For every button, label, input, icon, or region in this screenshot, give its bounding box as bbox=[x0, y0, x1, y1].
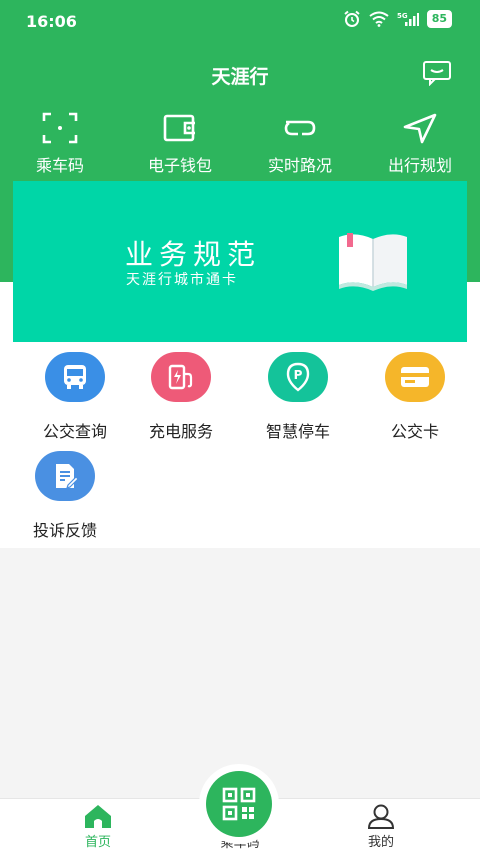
quick-action-label: 乘车码 bbox=[35, 156, 84, 175]
bus-icon bbox=[64, 365, 86, 389]
parking-icon: P bbox=[286, 362, 310, 392]
quick-action-label: 实时路况 bbox=[267, 156, 332, 175]
service-label: 智慧停车 bbox=[265, 422, 330, 441]
nav-label: 我的 bbox=[367, 835, 394, 850]
service-label: 充电服务 bbox=[148, 422, 213, 441]
scan-icon bbox=[42, 112, 78, 144]
ride-code-center-button[interactable] bbox=[199, 764, 279, 844]
app-title: 天涯行 bbox=[211, 66, 269, 88]
service-icon-circle bbox=[151, 352, 211, 402]
service-label: 公交卡 bbox=[390, 422, 439, 441]
qr-code-icon bbox=[222, 787, 256, 821]
service-charging[interactable]: 充电服务 bbox=[121, 352, 241, 442]
banner[interactable]: 业务规范 天涯行城市通卡 bbox=[13, 181, 467, 342]
svg-text:P: P bbox=[294, 368, 303, 382]
home-icon bbox=[85, 805, 111, 828]
quick-action-trip-plan[interactable]: 出行规划 bbox=[360, 110, 480, 176]
nav-label: 首页 bbox=[84, 835, 111, 850]
route-icon bbox=[284, 120, 316, 136]
quick-action-label: 电子钱包 bbox=[147, 156, 212, 175]
banner-subtitle: 天涯行城市通卡 bbox=[126, 272, 238, 288]
battery-indicator: 85 bbox=[426, 10, 452, 28]
quick-action-wallet[interactable]: 电子钱包 bbox=[120, 110, 240, 176]
card-icon bbox=[401, 367, 429, 387]
wallet-icon bbox=[163, 114, 195, 142]
signal-5g-icon: 5G bbox=[397, 12, 419, 26]
service-bus-card[interactable]: 公交卡 bbox=[355, 352, 475, 442]
service-icon-circle bbox=[385, 352, 445, 402]
message-icon[interactable] bbox=[422, 60, 452, 86]
quick-action-ride-code[interactable]: 乘车码 bbox=[0, 110, 120, 176]
alarm-icon bbox=[344, 10, 360, 27]
service-bus-query[interactable]: 公交查询 bbox=[15, 352, 135, 442]
service-feedback[interactable]: 投诉反馈 bbox=[5, 451, 125, 541]
book-icon bbox=[339, 233, 407, 291]
svg-text:5G: 5G bbox=[397, 12, 408, 20]
service-icon-circle: P bbox=[268, 352, 328, 402]
banner-title: 业务规范 bbox=[125, 238, 262, 271]
quick-actions: 乘车码 电子钱包 实时路况 出行规划 bbox=[0, 110, 480, 176]
navigation-icon bbox=[403, 113, 437, 144]
nav-tab-profile[interactable]: 我的 bbox=[321, 803, 441, 850]
quick-action-label: 出行规划 bbox=[387, 156, 452, 175]
service-icon-circle bbox=[35, 451, 95, 501]
status-bar: 16:06 5G 85 bbox=[0, 0, 480, 44]
status-time: 16:06 bbox=[26, 12, 77, 31]
service-label: 公交查询 bbox=[42, 422, 107, 441]
profile-icon bbox=[367, 804, 395, 829]
service-icon-circle bbox=[45, 352, 105, 402]
nav-tab-home[interactable]: 首页 bbox=[38, 803, 158, 850]
service-label: 投诉反馈 bbox=[32, 521, 97, 540]
status-icons: 5G 85 bbox=[343, 10, 452, 28]
quick-action-traffic[interactable]: 实时路况 bbox=[240, 110, 360, 176]
feedback-icon bbox=[56, 464, 79, 489]
charging-icon bbox=[168, 364, 193, 390]
service-parking[interactable]: P 智慧停车 bbox=[238, 352, 358, 442]
wifi-icon bbox=[369, 11, 389, 27]
